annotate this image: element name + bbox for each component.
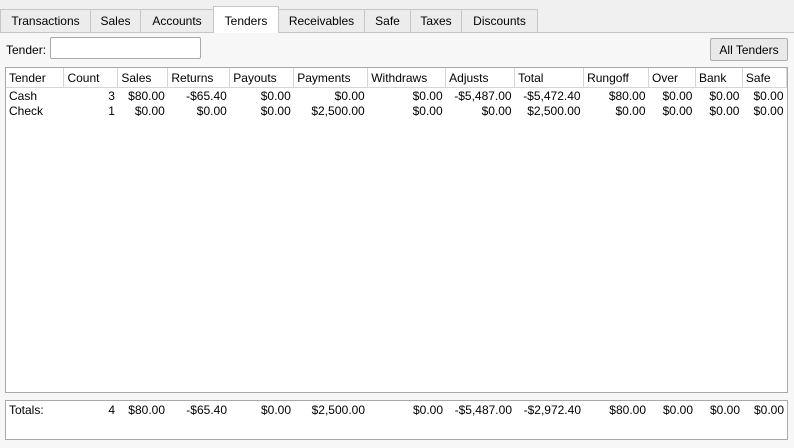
- cell-total: $2,500.00: [527, 103, 581, 118]
- cell-payments: $0.00: [334, 88, 365, 103]
- table-header-row: Tender Count Sales Returns Payouts Payme…: [6, 68, 787, 88]
- column-header-withdraws[interactable]: Withdraws: [367, 68, 447, 88]
- cell-payouts: $0.00: [260, 88, 291, 103]
- column-header-count[interactable]: Count: [63, 68, 119, 88]
- column-header-rungoff[interactable]: Rungoff: [583, 68, 650, 88]
- totals-bank: $0.00: [709, 403, 740, 417]
- totals-rungoff: $80.00: [609, 403, 646, 417]
- tab-taxes[interactable]: Taxes: [410, 9, 462, 32]
- totals-returns: -$65.40: [186, 403, 227, 417]
- column-header-tender[interactable]: Tender: [6, 68, 65, 88]
- column-header-bank[interactable]: Bank: [695, 68, 743, 88]
- cell-tender: Check: [9, 103, 44, 118]
- cell-adjusts: -$5,487.00: [454, 88, 512, 103]
- column-header-over[interactable]: Over: [648, 68, 696, 88]
- totals-row: Totals: 4 $80.00 -$65.40 $0.00 $2,500.00…: [6, 401, 787, 419]
- table-row[interactable]: Cash 3 $80.00 -$65.40 $0.00 $0.00 $0.00 …: [6, 88, 787, 104]
- tab-tenders[interactable]: Tenders: [213, 6, 279, 33]
- cell-returns: $0.00: [196, 103, 227, 118]
- column-header-returns[interactable]: Returns: [167, 68, 231, 88]
- column-header-total[interactable]: Total: [514, 68, 585, 88]
- tenders-grid: Tender Count Sales Returns Payouts Payme…: [6, 68, 787, 118]
- tender-input[interactable]: [50, 37, 201, 59]
- cell-withdraws: $0.00: [412, 88, 443, 103]
- column-header-payments[interactable]: Payments: [293, 68, 369, 88]
- totals-count: 4: [108, 403, 115, 417]
- cell-rungoff: $0.00: [615, 103, 646, 118]
- tender-label: Tender:: [6, 43, 47, 57]
- cell-safe: $0.00: [753, 103, 784, 118]
- totals-adjusts: -$5,487.00: [454, 403, 512, 417]
- tab-receivables[interactable]: Receivables: [278, 9, 365, 32]
- cell-payments: $2,500.00: [311, 103, 365, 118]
- totals-over: $0.00: [662, 403, 693, 417]
- tab-discounts[interactable]: Discounts: [461, 9, 538, 32]
- cell-count: 3: [108, 88, 115, 103]
- column-header-sales[interactable]: Sales: [117, 68, 169, 88]
- totals-table: Totals: 4 $80.00 -$65.40 $0.00 $2,500.00…: [5, 400, 788, 440]
- totals-label: Totals:: [9, 403, 44, 417]
- tab-accounts[interactable]: Accounts: [140, 9, 214, 32]
- cell-count: 1: [108, 103, 115, 118]
- cell-rungoff: $80.00: [608, 88, 646, 103]
- totals-payouts: $0.00: [260, 403, 291, 417]
- column-header-payouts[interactable]: Payouts: [229, 68, 295, 88]
- totals-payments: $2,500.00: [311, 403, 365, 417]
- cell-tender: Cash: [9, 88, 38, 103]
- cell-adjusts: $0.00: [481, 103, 512, 118]
- tab-sales[interactable]: Sales: [90, 9, 141, 32]
- cell-bank: $0.00: [709, 88, 740, 103]
- tab-transactions[interactable]: Transactions: [0, 9, 91, 32]
- totals-total: -$2,972.40: [523, 403, 581, 417]
- totals-withdraws: $0.00: [412, 403, 443, 417]
- cell-total: -$5,472.40: [523, 88, 581, 103]
- totals-grid: Totals: 4 $80.00 -$65.40 $0.00 $2,500.00…: [6, 401, 787, 419]
- cell-over: $0.00: [662, 88, 693, 103]
- cell-over: $0.00: [662, 103, 693, 118]
- cell-withdraws: $0.00: [412, 103, 443, 118]
- column-header-safe[interactable]: Safe: [742, 68, 787, 88]
- table-row[interactable]: Check 1 $0.00 $0.00 $0.00 $2,500.00 $0.0…: [6, 103, 787, 118]
- tab-safe[interactable]: Safe: [364, 9, 411, 32]
- all-tenders-button[interactable]: All Tenders: [710, 38, 788, 61]
- cell-sales: $80.00: [128, 88, 165, 103]
- cell-bank: $0.00: [709, 103, 740, 118]
- cell-payouts: $0.00: [260, 103, 291, 118]
- cell-safe: $0.00: [753, 88, 784, 103]
- cell-sales: $0.00: [134, 103, 165, 118]
- totals-sales: $80.00: [128, 403, 165, 417]
- tab-bar: Transactions Sales Accounts Tenders Rece…: [0, 0, 794, 33]
- column-header-adjusts[interactable]: Adjusts: [445, 68, 516, 88]
- totals-safe: $0.00: [753, 403, 784, 417]
- cell-returns: -$65.40: [186, 88, 227, 103]
- tenders-table[interactable]: Tender Count Sales Returns Payouts Payme…: [5, 67, 788, 393]
